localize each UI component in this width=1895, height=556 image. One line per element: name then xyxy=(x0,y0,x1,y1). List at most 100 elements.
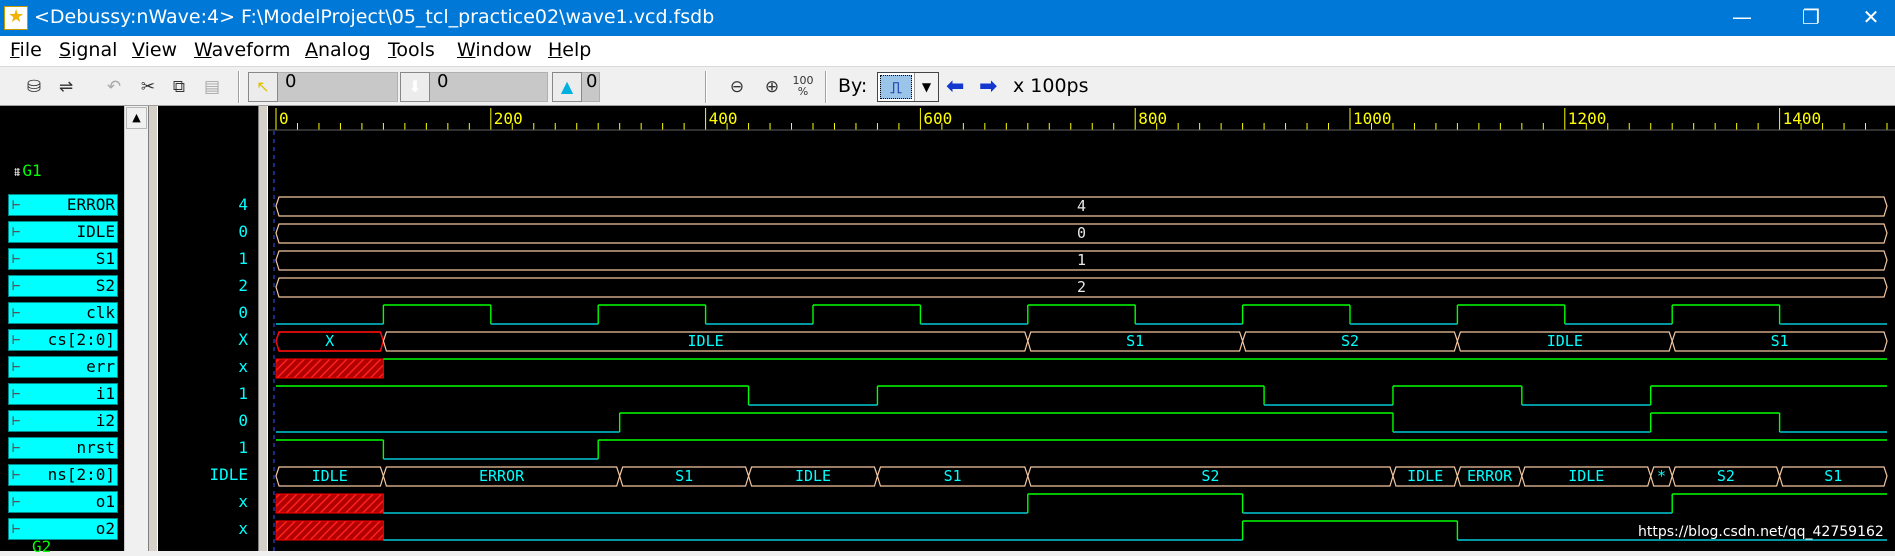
x-value-region xyxy=(275,358,384,379)
signal-name-label: i1 xyxy=(95,384,115,403)
signal-name-ns20[interactable]: ⊢ ns[2:0] xyxy=(8,464,118,486)
bus-value-label: S2 xyxy=(1201,467,1219,485)
signal-value[interactable]: IDLE xyxy=(160,464,248,486)
minimize-button[interactable]: — xyxy=(1719,0,1765,36)
signal-value[interactable]: 0 xyxy=(160,221,248,243)
signal-name-clk[interactable]: ⊢ clk xyxy=(8,302,118,324)
restore-button[interactable]: ❐ xyxy=(1788,0,1834,36)
scroll-up-icon[interactable]: ▲ xyxy=(126,107,147,129)
signal-name-nrst[interactable]: ⊢ nrst xyxy=(8,437,118,459)
debussy-app-icon[interactable] xyxy=(4,6,28,30)
signal-value[interactable]: x xyxy=(160,491,248,513)
signal-name-err[interactable]: ⊢ err xyxy=(8,356,118,378)
bus-value-label: ERROR xyxy=(479,467,525,485)
signal-value[interactable]: 1 xyxy=(160,383,248,405)
menu-waveform[interactable]: Waveform xyxy=(194,39,290,61)
window-title: <Debussy:nWave:4> F:\ModelProject\05_tcl… xyxy=(34,6,715,28)
title-bar: <Debussy:nWave:4> F:\ModelProject\05_tcl… xyxy=(0,0,1895,36)
zoom-out-icon[interactable]: ⊖ xyxy=(725,75,749,99)
signal-name-label: S1 xyxy=(95,249,115,268)
tree-branch-icon: ⊢ xyxy=(12,467,21,483)
ruler-label: 400 xyxy=(709,109,738,128)
signal-value[interactable]: 1 xyxy=(160,248,248,270)
bus-value-label: S1 xyxy=(1771,332,1789,350)
signal-value[interactable]: 2 xyxy=(160,275,248,297)
rising-edge-icon: ⎍ xyxy=(880,75,912,99)
ruler-label: 1200 xyxy=(1568,109,1607,128)
chevron-down-icon[interactable]: ▼ xyxy=(914,73,938,101)
signal-name-label: ERROR xyxy=(66,195,115,214)
search-backward-icon[interactable]: ⬅ xyxy=(946,74,964,99)
tree-branch-icon: ⊢ xyxy=(12,386,21,402)
signal-name-i1[interactable]: ⊢ i1 xyxy=(8,383,118,405)
waveform-pane[interactable]: 0 200 400 600 800 1000 1200 1400 4 0 1 2 X IDLE S1 S2 ID… xyxy=(268,106,1895,551)
signal-name-label: clk xyxy=(86,303,115,322)
tree-branch-icon: ⊢ xyxy=(12,494,21,510)
bus-value-label: 0 xyxy=(1077,224,1086,242)
menu-help[interactable]: Help xyxy=(548,39,591,61)
delta-icon[interactable]: ▲ xyxy=(552,72,582,102)
menu-view[interactable]: View xyxy=(132,39,177,61)
signal-value[interactable]: 0 xyxy=(160,302,248,324)
group-label-g1[interactable]: ⩩ G1 xyxy=(14,161,42,180)
paste-icon[interactable]: ▤ xyxy=(200,75,224,99)
tree-branch-icon: ⊢ xyxy=(12,251,21,267)
bus-value-label: S1 xyxy=(1824,467,1842,485)
x-value-region xyxy=(275,493,384,514)
zoom-fit-icon[interactable]: 100 % xyxy=(791,75,815,99)
signal-name-o1[interactable]: ⊢ o1 xyxy=(8,491,118,513)
tree-branch-icon: ⊢ xyxy=(12,332,21,348)
menu-window[interactable]: Window xyxy=(457,39,532,61)
signal-value[interactable]: x xyxy=(160,356,248,378)
signal-pane-scrollbar[interactable]: ▲ xyxy=(124,106,148,551)
cursor-arrow-icon[interactable]: ↖ xyxy=(248,72,278,102)
signal-name-i2[interactable]: ⊢ i2 xyxy=(8,410,118,432)
menu-signal[interactable]: Signal xyxy=(59,39,117,61)
signal-name-label: nrst xyxy=(76,438,115,457)
signal-value[interactable]: X xyxy=(160,329,248,351)
open-file-icon[interactable]: ⛁ xyxy=(22,75,46,99)
signal-value[interactable]: 4 xyxy=(160,194,248,216)
time-unit-label: x 100ps xyxy=(1013,75,1089,97)
signal-name-cs20[interactable]: ⊢ cs[2:0] xyxy=(8,329,118,351)
cut-icon[interactable]: ✂ xyxy=(136,75,160,99)
ruler-label: 1400 xyxy=(1783,109,1822,128)
bus-value-label: S2 xyxy=(1717,467,1735,485)
signal-name-s1[interactable]: ⊢ S1 xyxy=(8,248,118,270)
signal-value[interactable]: x xyxy=(160,518,248,540)
bus-value-label: 2 xyxy=(1077,278,1086,296)
bus-value-label: IDLE xyxy=(1547,332,1583,350)
bus-value-label: IDLE xyxy=(795,467,831,485)
menu-tools[interactable]: Tools xyxy=(388,39,435,61)
search-by-select[interactable]: ⎍ ▼ xyxy=(877,72,939,102)
zoom-in-icon[interactable]: ⊕ xyxy=(760,75,784,99)
signal-name-label: o2 xyxy=(95,519,115,538)
watermark: https://blog.csdn.net/qq_42759162 xyxy=(1638,524,1884,540)
bus-value-label: S1 xyxy=(944,467,962,485)
marker-value: 0 xyxy=(437,71,449,92)
tree-branch-icon: ⊢ xyxy=(12,224,21,240)
bus-value-label: IDLE xyxy=(312,467,348,485)
toolbar-separator xyxy=(825,71,827,103)
waveform-canvas[interactable]: 0 200 400 600 800 1000 1200 1400 4 0 1 2 X IDLE S1 S2 ID… xyxy=(268,106,1895,551)
search-forward-icon[interactable]: ➡ xyxy=(979,74,997,99)
signal-name-error[interactable]: ⊢ ERROR xyxy=(8,194,118,216)
signal-name-label: ns[2:0] xyxy=(47,465,115,484)
menu-file[interactable]: File xyxy=(10,39,42,61)
signal-name-o2[interactable]: ⊢ o2 xyxy=(8,518,118,540)
close-button[interactable]: ✕ xyxy=(1848,0,1894,36)
menu-analog[interactable]: Analog xyxy=(305,39,371,61)
bus-value-label: IDLE xyxy=(1568,467,1604,485)
signal-name-idle[interactable]: ⊢ IDLE xyxy=(8,221,118,243)
signal-name-s2[interactable]: ⊢ S2 xyxy=(8,275,118,297)
bus-value-label: S1 xyxy=(675,467,693,485)
pane-splitter[interactable] xyxy=(148,106,158,551)
copy-icon[interactable]: ⧉ xyxy=(167,75,191,99)
bus-value-label: * xyxy=(1657,467,1666,485)
undo-icon[interactable]: ↶ xyxy=(102,75,126,99)
pane-splitter[interactable] xyxy=(258,106,268,551)
signal-value[interactable]: 1 xyxy=(160,437,248,459)
marker-icon[interactable]: ⬇ xyxy=(400,72,430,102)
get-signals-icon[interactable]: ⇌ xyxy=(54,75,78,99)
signal-value[interactable]: 0 xyxy=(160,410,248,432)
